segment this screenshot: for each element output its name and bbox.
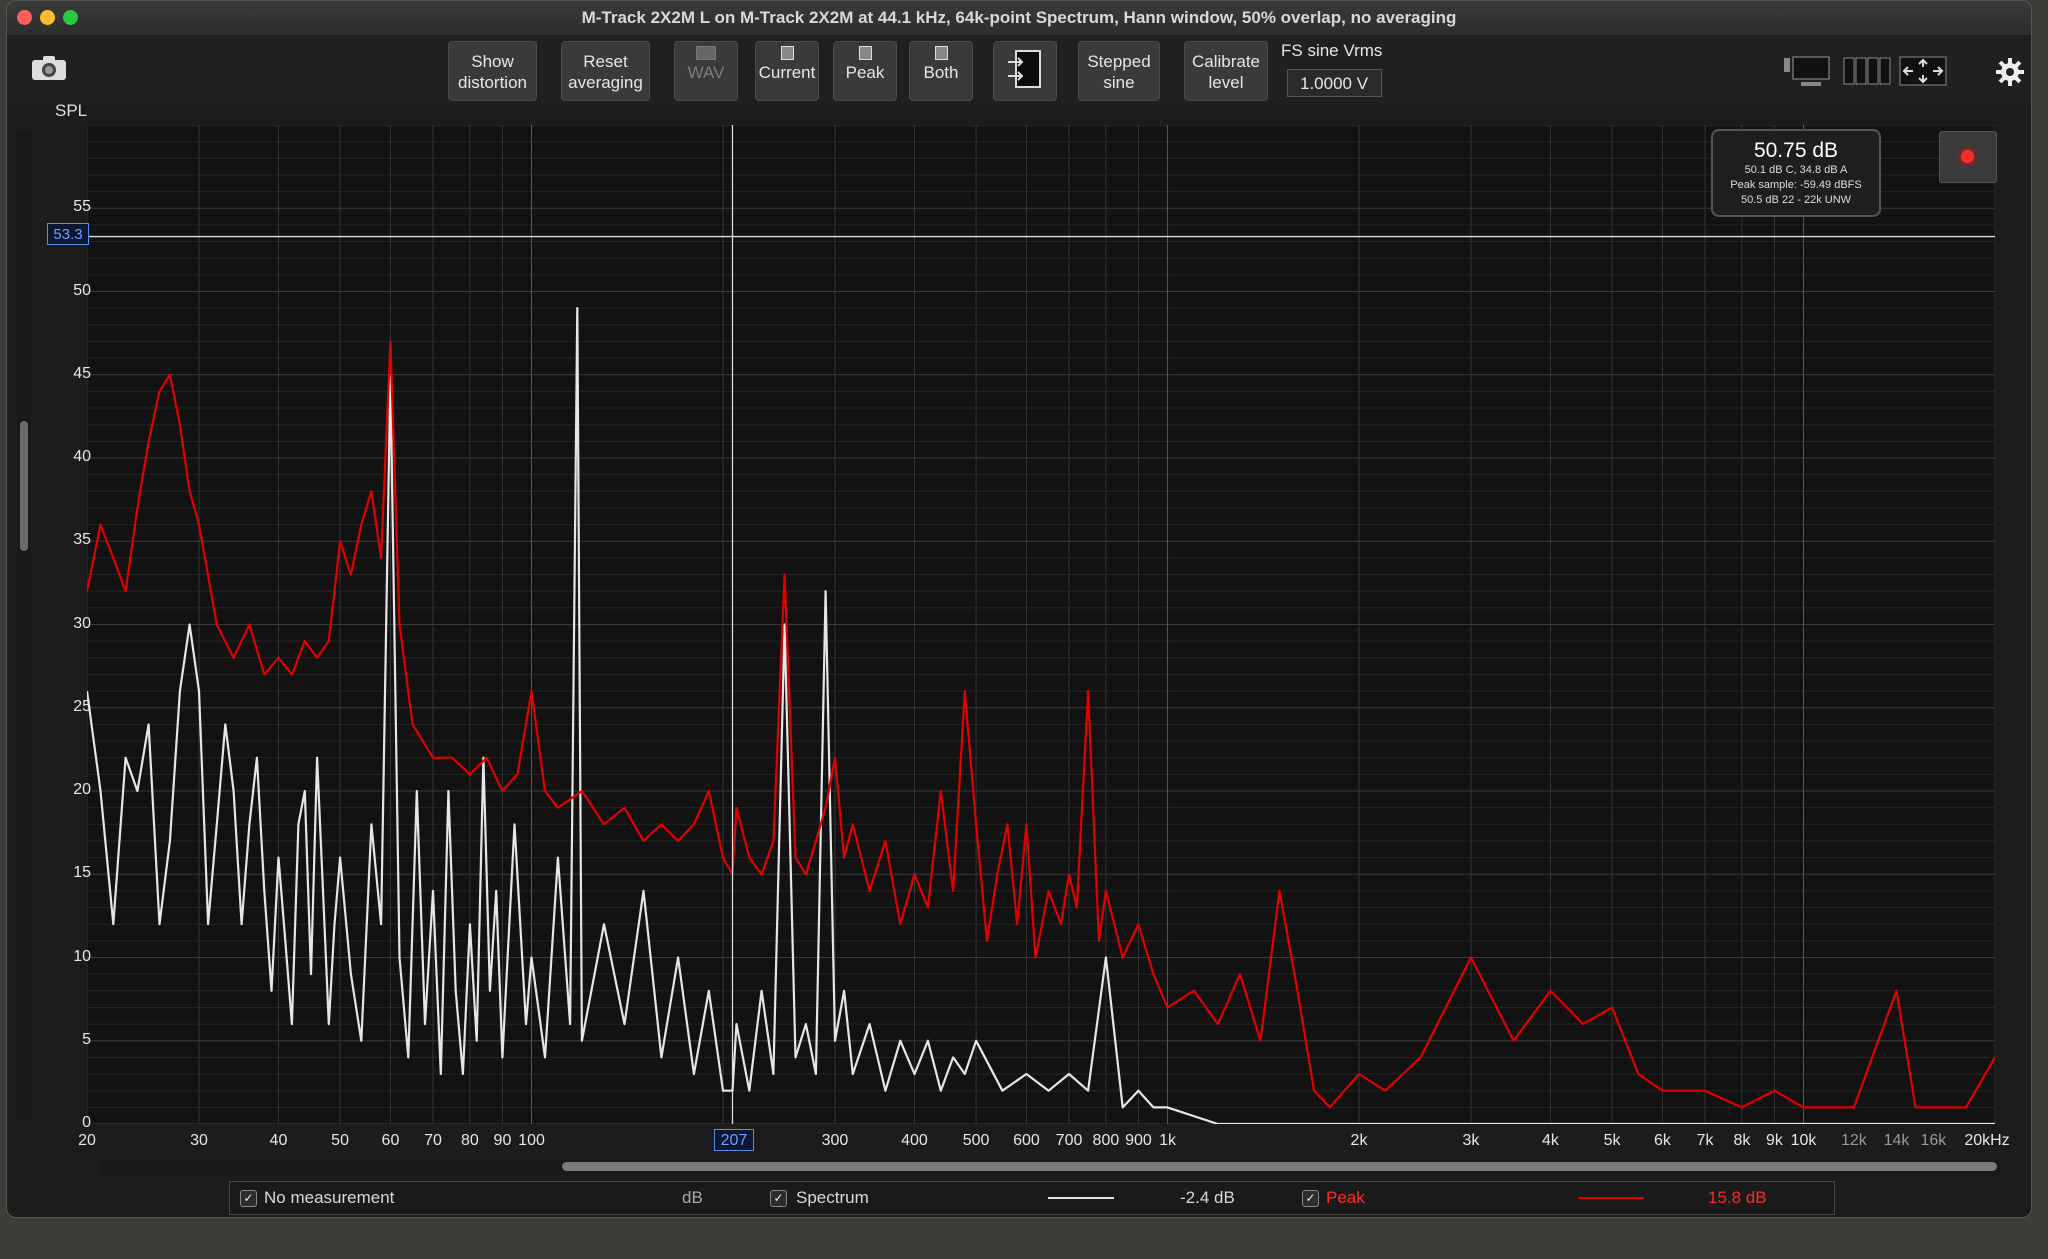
cursor-y-readout: 53.3 [47,223,89,245]
x-tick-label: 1k [1159,1132,1176,1149]
x-tick-label: 700 [1055,1132,1083,1149]
x-tick-label: 14k [1883,1132,1910,1149]
record-button[interactable] [1939,131,1997,183]
camera-icon[interactable] [31,55,67,81]
x-tick-label: 7k [1696,1132,1714,1149]
horizontal-scrollbar[interactable] [101,1159,2001,1175]
cursor-x-readout: 207 [714,1129,754,1151]
spectrum-plot[interactable] [85,124,1996,1126]
y-tick-label: 10 [73,947,91,965]
wav-button[interactable]: WAV [674,41,738,101]
unit-label: dB [682,1188,703,1207]
x-tick-label: 80 [461,1132,479,1149]
level-readout-weighted: 50.1 dB C, 34.8 dB A [1744,164,1848,176]
memory-icon [780,46,794,60]
x-tick-label: 70 [424,1132,442,1149]
x-tick-label: 60 [381,1132,400,1149]
fit-zoom-icon[interactable] [1899,55,1947,87]
y-tick-label: 40 [73,448,91,465]
y-tick-label: 50 [73,281,91,299]
import-button[interactable] [993,41,1057,101]
multi-graph-layout-icon[interactable] [1843,55,1891,87]
peak-label: Peak [1326,1188,1365,1207]
x-tick-label: 800 [1092,1132,1120,1149]
stepped-sine-button[interactable]: Stepped sine [1078,41,1160,101]
spectrum-chart[interactable] [85,124,1996,1126]
spectrum-line-sample [1048,1197,1114,1199]
y-tick-label: 20 [73,781,91,798]
level-readout-panel: 50.75 dB 50.1 dB C, 34.8 dB A Peak sampl… [1711,129,1881,217]
single-graph-layout-icon[interactable] [1783,55,1833,87]
x-tick-label: 30 [190,1132,208,1149]
app-window: M-Track 2X2M L on M-Track 2X2M at 44.1 k… [6,0,2032,1218]
y-tick-label: 35 [73,531,91,549]
x-tick-label: 500 [962,1132,990,1149]
current-button[interactable]: Current [755,41,819,101]
vertical-scrollbar[interactable] [17,131,31,1121]
x-tick-label: 50 [331,1132,349,1149]
x-tick-label: 10k [1790,1132,1817,1149]
peak-label: Peak [845,63,885,82]
y-tick-label: 30 [73,614,91,632]
y-axis-label: SPL [55,101,88,120]
memory-icon [934,46,948,60]
x-tick-label: 12k [1840,1132,1867,1149]
vertical-scroll-thumb[interactable] [20,421,28,551]
x-tick-label: 9k [1765,1132,1783,1149]
x-tick-label: 20kHz [1964,1132,2010,1149]
peak-offset[interactable]: 15.8 dB [1708,1188,1767,1208]
x-tick-label: 20 [78,1132,96,1149]
x-tick-label: 40 [269,1132,288,1149]
peak-button[interactable]: Peak [833,41,897,101]
x-tick-label: 6k [1653,1132,1671,1149]
x-tick-label: 90 [493,1132,512,1149]
fs-sine-vrms-input[interactable]: 1.0000 V [1287,69,1382,97]
memory-icon [858,46,872,60]
no-measurement-checkbox[interactable]: ✓ [240,1190,257,1207]
spectrum-checkbox[interactable]: ✓ [770,1190,787,1207]
fs-sine-vrms-label: FS sine Vrms [1281,41,1383,60]
toolbar: Show distortion Reset averaging WAV Curr… [7,35,2031,105]
y-tick-label: 45 [73,364,91,382]
x-tick-label: 8k [1733,1132,1751,1149]
peak-line-sample [1578,1197,1644,1199]
both-label: Both [923,63,959,82]
no-measurement-label: No measurement [264,1188,395,1207]
y-tick-label: 0 [82,1114,91,1131]
x-tick-label: 600 [1013,1132,1040,1149]
x-tick-label: 400 [901,1132,928,1149]
level-readout-unweighted: 50.5 dB 22 - 22k UNW [1740,194,1852,206]
both-button[interactable]: Both [909,41,973,101]
y-tick-label: 25 [73,697,91,715]
reset-averaging-button[interactable]: Reset averaging [561,41,650,101]
folder-icon [696,46,716,60]
current-label: Current [758,63,816,82]
import-icon [1008,50,1041,88]
calibrate-level-button[interactable]: Calibrate level [1184,41,1268,101]
y-tick-label: 5 [82,1030,91,1048]
x-tick-label: 100 [518,1132,545,1149]
x-tick-label: 4k [1542,1132,1559,1149]
x-tick-label: 16k [1920,1132,1947,1149]
x-tick-label: 3k [1462,1132,1480,1149]
x-tick-label: 5k [1603,1132,1621,1149]
spectrum-label: Spectrum [796,1188,869,1207]
level-readout-peak-sample: Peak sample: -59.49 dBFS [1730,179,1862,191]
title-bar: M-Track 2X2M L on M-Track 2X2M at 44.1 k… [7,1,2031,36]
show-distortion-button[interactable]: Show distortion [448,41,537,101]
series-line-spectrum [85,307,1995,1126]
gear-icon[interactable] [1995,57,2025,87]
wav-label: WAV [687,63,725,82]
x-tick-label: 2k [1350,1132,1368,1149]
spectrum-offset[interactable]: -2.4 dB [1180,1188,1235,1208]
horizontal-scroll-thumb[interactable] [562,1162,1997,1171]
y-tick-label: 15 [73,864,91,882]
peak-checbox[interactable]: ✓ [1302,1190,1319,1207]
x-tick-label: 300 [821,1132,849,1149]
y-tick-label: 55 [73,198,91,216]
legend-bar: ✓ No measurement dB ✓ Spectrum -2.4 dB ✓… [229,1181,1835,1215]
window-title: M-Track 2X2M L on M-Track 2X2M at 44.1 k… [581,8,1457,27]
x-tick-label: 900 [1125,1132,1152,1149]
level-readout-value: 50.75 dB [1753,139,1839,162]
